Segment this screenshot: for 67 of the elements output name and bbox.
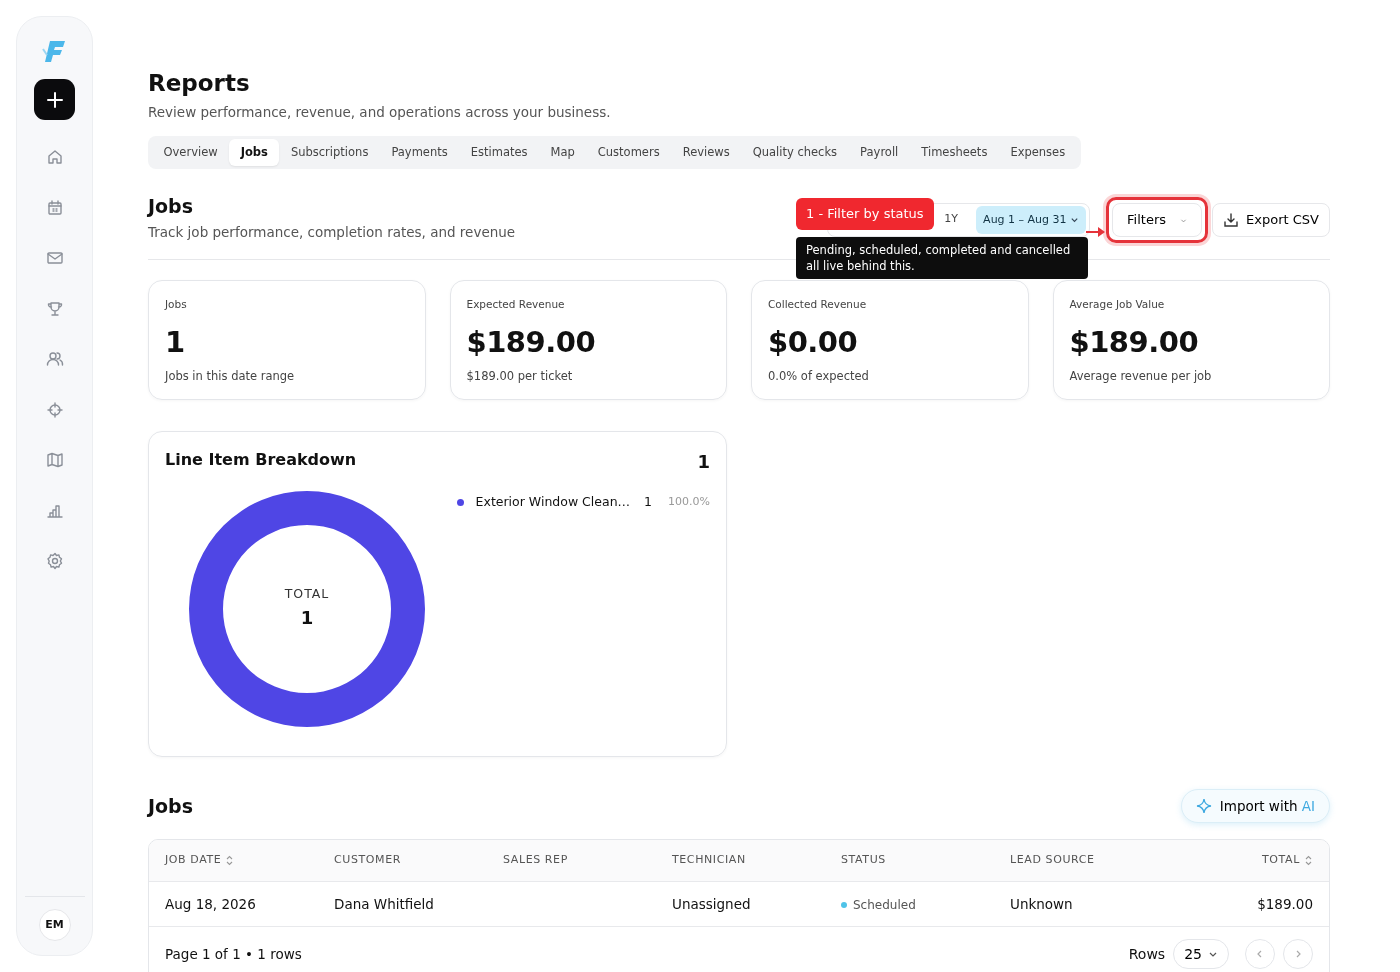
- rows-label: Rows: [1128, 944, 1166, 964]
- plus-icon: [45, 90, 64, 109]
- column-header: LEAD SOURCE: [994, 840, 1163, 882]
- item-count: 1: [697, 450, 710, 475]
- stat-label: Average Job Value: [1069, 297, 1166, 313]
- card-title: Line Item Breakdown: [165, 449, 357, 472]
- tab[interactable]: Payroll: [848, 138, 910, 167]
- tab[interactable]: Quality checks: [741, 138, 849, 167]
- stat-note: $189.00 per ticket: [466, 368, 574, 386]
- tab[interactable]: Overview: [152, 138, 230, 167]
- legend-label: Exterior Window Clean…: [475, 493, 631, 512]
- section-subtitle: Track job performance, completion rates, and revenue: [148, 222, 516, 242]
- tab[interactable]: Subscriptions: [279, 138, 380, 167]
- legend-percent: 100.0%: [668, 494, 710, 511]
- status-label: Scheduled: [853, 897, 916, 912]
- sparkle-icon: [1195, 798, 1212, 815]
- stat-note: Average revenue per job: [1069, 368, 1213, 386]
- stat-note: Jobs in this date range: [165, 368, 296, 386]
- import-ai-button[interactable]: Import with AI: [1180, 789, 1330, 824]
- tab[interactable]: Expenses: [998, 138, 1077, 167]
- page-info: Page 1 of 1 • 1 rows: [165, 944, 302, 964]
- caret-icon: [1070, 215, 1080, 225]
- table-cell: Unassigned: [672, 895, 751, 912]
- table-cell: Unknown: [1010, 895, 1073, 912]
- tab[interactable]: Reviews: [671, 138, 742, 167]
- tab[interactable]: Estimates: [459, 138, 539, 167]
- tab[interactable]: Customers: [586, 138, 672, 167]
- stat-label: Expected Revenue: [466, 297, 566, 313]
- column-header: SALES REP: [487, 840, 656, 882]
- hint-tooltip: Pending, scheduled, completed and cancelled all live behind this.: [796, 237, 1088, 279]
- sort-icon[interactable]: [225, 854, 235, 866]
- stat-label: Collected Revenue: [768, 297, 868, 313]
- center-value: 1: [300, 605, 314, 630]
- stat-value: $189.00: [1069, 323, 1200, 361]
- table-cell: Aug 18, 2026: [165, 895, 256, 912]
- user-avatar[interactable]: EM: [38, 909, 71, 941]
- sort-icon[interactable]: [1304, 854, 1313, 866]
- center-label: TOTAL: [284, 585, 330, 604]
- tab[interactable]: Jobs: [229, 138, 280, 167]
- page-title: Reports: [148, 70, 251, 98]
- date-range-button[interactable]: Aug 1 – Aug 31: [976, 205, 1087, 235]
- tab[interactable]: Timesheets: [909, 138, 999, 167]
- column-header[interactable]: TOTAL: [1163, 840, 1329, 882]
- tab[interactable]: Payments: [379, 138, 460, 167]
- export-button[interactable]: Export CSV: [1212, 203, 1330, 238]
- column-header: STATUS: [825, 840, 994, 882]
- download-icon: [1223, 212, 1240, 229]
- stat-value: $0.00: [768, 323, 859, 361]
- legend-count: 1: [644, 493, 653, 512]
- table-cell: Dana Whitfield: [334, 895, 434, 912]
- filters-button[interactable]: Filters: [1112, 203, 1203, 238]
- step-tooltip: 1 - Filter by status: [796, 198, 934, 230]
- page-subtitle: Review performance, revenue, and operations across your business.: [148, 102, 612, 122]
- stat-note: 0.0% of expected: [768, 368, 870, 386]
- tab[interactable]: Map: [539, 138, 587, 167]
- section-title: Jobs: [148, 794, 194, 818]
- stat-value: $189.00: [466, 323, 597, 361]
- range-option[interactable]: 1Y: [938, 211, 965, 225]
- table-cell: $189.00: [1257, 895, 1313, 912]
- column-header[interactable]: JOB DATE: [149, 840, 318, 882]
- rows-select[interactable]: 25: [1173, 939, 1229, 970]
- column-header: CUSTOMER: [318, 840, 487, 882]
- stat-value: 1: [165, 323, 186, 361]
- stat-label: Jobs: [165, 297, 188, 313]
- column-header: TECHNICIAN: [656, 840, 825, 882]
- section-title: Jobs: [148, 195, 195, 218]
- add-button[interactable]: [34, 79, 75, 120]
